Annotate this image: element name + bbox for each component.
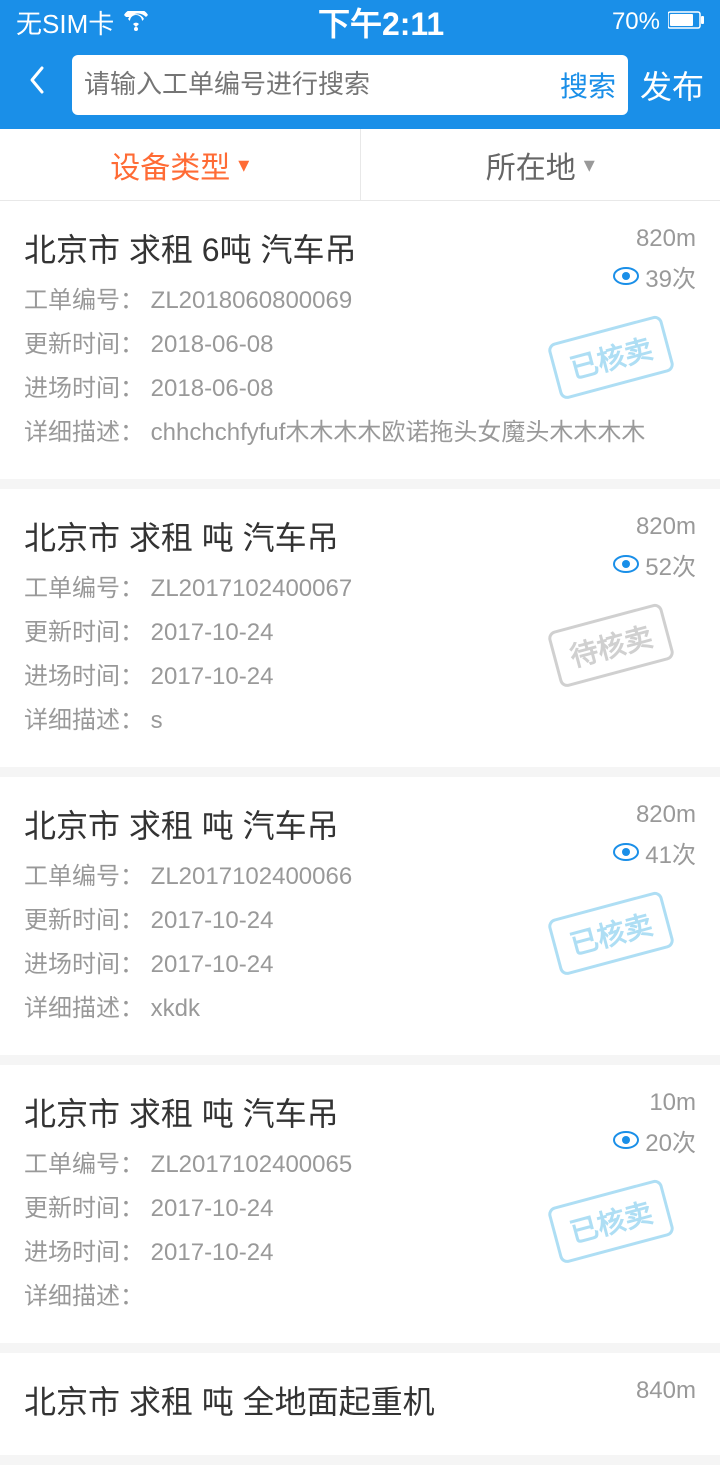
description-field: 详细描述： chhchchfyfuf木木木木欧诺拖头女魔头木木木木 (24, 415, 696, 451)
item-title: 北京市 求租 吨 全地面起重机 (24, 1377, 696, 1423)
filter-bar: 设备类型 ▾ 所在地 ▾ (0, 129, 720, 201)
item-title: 北京市 求租 吨 汽车吊 (24, 801, 696, 847)
status-right: 70% (612, 8, 704, 36)
order-no-field: 工单编号： ZL2018060800069 (24, 283, 696, 319)
battery-percent: 70% (612, 8, 660, 36)
status-left: 无SIM卡 (16, 4, 150, 41)
status-bar: 无SIM卡 下午2:11 70% (0, 0, 720, 44)
views-count: 52次 (645, 547, 696, 582)
item-title: 北京市 求租 吨 汽车吊 (24, 513, 696, 559)
views-row: 41次 (613, 835, 696, 870)
search-input[interactable] (84, 69, 552, 100)
search-bar: 搜索 (72, 55, 628, 115)
battery-icon (668, 8, 704, 36)
description-field: 详细描述： xkdk (24, 991, 696, 1027)
eye-icon (613, 261, 639, 292)
item-title: 北京市 求租 吨 汽车吊 (24, 1089, 696, 1135)
views-count: 41次 (645, 835, 696, 870)
views-row: 39次 (613, 259, 696, 294)
item-distance: 840m (636, 1377, 696, 1405)
item-distance: 10m (649, 1089, 696, 1117)
list-item[interactable]: 北京市 求租 吨 汽车吊 10m 20次 工单编号： ZL20171024000… (0, 1065, 720, 1343)
description-field: 详细描述： s (24, 703, 696, 739)
location-chevron-icon: ▾ (584, 152, 595, 178)
order-no-field: 工单编号： ZL2017102400065 (24, 1147, 696, 1183)
location-label: 所在地 (486, 143, 576, 187)
list-item[interactable]: 北京市 求租 吨 全地面起重机 840m (0, 1353, 720, 1455)
item-title: 北京市 求租 6吨 汽车吊 (24, 225, 696, 271)
views-row: 20次 (613, 1123, 696, 1158)
list-item[interactable]: 北京市 求租 吨 汽车吊 820m 41次 工单编号： ZL2017102400… (0, 777, 720, 1055)
list-item[interactable]: 北京市 求租 吨 汽车吊 820m 52次 工单编号： ZL2017102400… (0, 489, 720, 767)
description-field: 详细描述： (24, 1279, 696, 1315)
back-button[interactable] (16, 54, 60, 115)
item-distance: 820m (636, 801, 696, 829)
location-filter[interactable]: 所在地 ▾ (361, 129, 720, 200)
views-count: 20次 (645, 1123, 696, 1158)
item-distance: 820m (636, 513, 696, 541)
search-button[interactable]: 搜索 (560, 65, 616, 105)
item-list: 北京市 求租 6吨 汽车吊 820m 39次 工单编号： ZL201806080… (0, 201, 720, 1455)
eye-icon (613, 549, 639, 580)
views-count: 39次 (645, 259, 696, 294)
eye-icon (613, 1125, 639, 1156)
status-time: 下午2:11 (318, 0, 444, 45)
device-type-chevron-icon: ▾ (238, 152, 249, 178)
order-no-field: 工单编号： ZL2017102400066 (24, 859, 696, 895)
order-no-field: 工单编号： ZL2017102400067 (24, 571, 696, 607)
publish-button[interactable]: 发布 (640, 62, 704, 108)
wifi-icon (122, 7, 150, 38)
device-type-filter[interactable]: 设备类型 ▾ (0, 129, 361, 200)
eye-icon (613, 837, 639, 868)
device-type-label: 设备类型 (110, 143, 230, 187)
item-distance: 820m (636, 225, 696, 253)
header: 搜索 发布 (0, 44, 720, 129)
list-item[interactable]: 北京市 求租 6吨 汽车吊 820m 39次 工单编号： ZL201806080… (0, 201, 720, 479)
no-sim-text: 无SIM卡 (16, 4, 114, 41)
views-row: 52次 (613, 547, 696, 582)
